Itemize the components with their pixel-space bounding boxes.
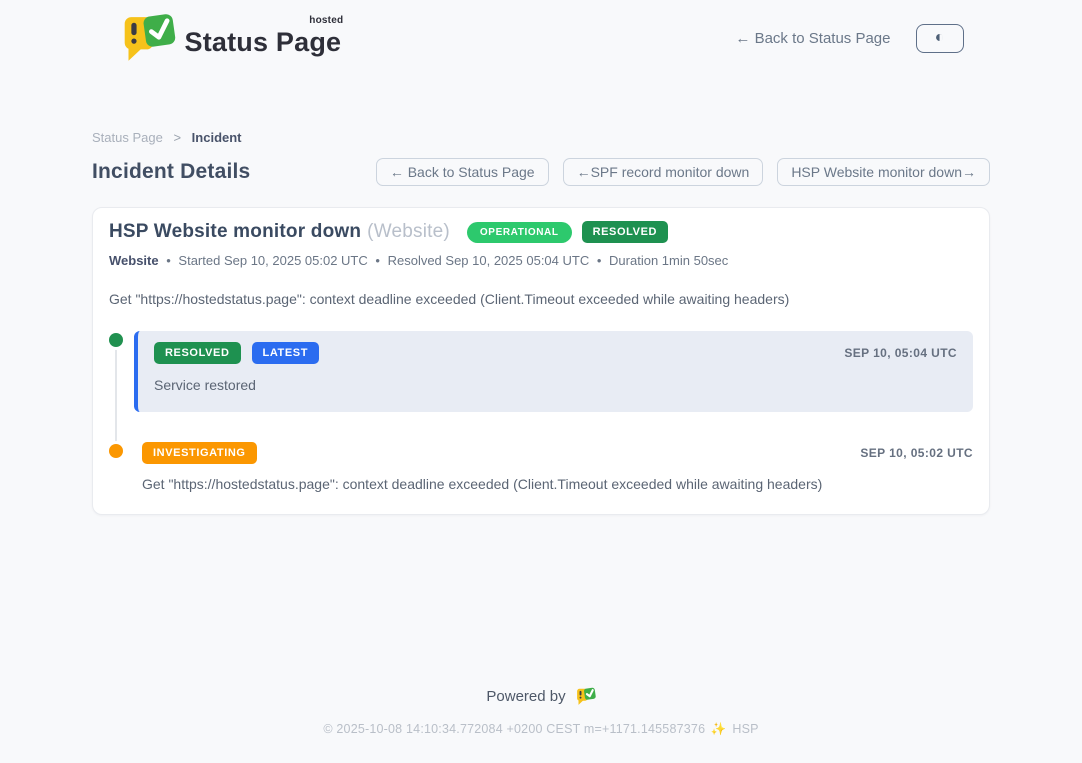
- timeline-timestamp: SEP 10, 05:02 UTC: [860, 446, 973, 460]
- title-row: Incident Details ← Back to Status Page ←…: [92, 158, 990, 186]
- meta-separator: •: [375, 253, 380, 268]
- breadcrumb-status-page[interactable]: Status Page: [92, 130, 163, 145]
- incident-title-heading: HSP Website monitor down (Website): [109, 221, 450, 243]
- theme-toggle-button[interactable]: ◐: [916, 24, 964, 53]
- operational-status-badge: OPERATIONAL: [467, 222, 572, 243]
- timeline-entry-resolved: RESOLVED LATEST SEP 10, 05:04 UTC Servic…: [109, 331, 973, 412]
- back-to-status-page-link[interactable]: ← Back to Status Page: [735, 30, 890, 47]
- next-incident-button[interactable]: HSP Website monitor down→: [777, 158, 990, 186]
- sparkles-icon: ✨: [711, 722, 727, 736]
- powered-by: Powered by: [0, 687, 1082, 706]
- timeline-latest-badge: LATEST: [252, 342, 320, 364]
- timeline-latest-update-box: RESOLVED LATEST SEP 10, 05:04 UTC Servic…: [134, 331, 973, 412]
- breadcrumb-separator: >: [173, 130, 181, 145]
- copyright-text: © 2025-10-08 14:10:34.772084 +0200 CEST …: [323, 722, 705, 736]
- brand-logo[interactable]: Status Page hosted: [119, 13, 342, 63]
- meta-separator: •: [597, 253, 602, 268]
- timeline-message: Service restored: [154, 377, 957, 393]
- meta-started: Started Sep 10, 2025 05:02 UTC: [178, 253, 367, 268]
- timeline-message: Get "https://hostedstatus.page": context…: [142, 476, 973, 492]
- incident-description: Get "https://hostedstatus.page": context…: [109, 291, 973, 307]
- meta-component: Website: [109, 253, 159, 268]
- page-title: Incident Details: [92, 160, 250, 184]
- copyright-suffix: HSP: [732, 722, 758, 736]
- meta-duration: Duration 1min 50sec: [609, 253, 728, 268]
- incident-timeline: RESOLVED LATEST SEP 10, 05:04 UTC Servic…: [109, 331, 973, 492]
- incident-title: HSP Website monitor down: [109, 221, 361, 242]
- hsp-logo-icon: [575, 687, 596, 706]
- timeline-dot-resolved: [109, 333, 123, 347]
- timeline-badge-row: INVESTIGATING SEP 10, 05:02 UTC: [142, 442, 973, 464]
- header-actions: ← Back to Status Page ◐: [735, 24, 963, 53]
- breadcrumb: Status Page > Incident: [92, 130, 990, 145]
- powered-by-label: Powered by: [486, 688, 565, 705]
- incident-card: HSP Website monitor down (Website) OPERAT…: [92, 207, 990, 515]
- meta-separator: •: [166, 253, 171, 268]
- timeline-dot-investigating: [109, 444, 123, 458]
- resolved-state-badge: RESOLVED: [582, 221, 669, 243]
- timeline-entry-investigating: INVESTIGATING SEP 10, 05:02 UTC Get "htt…: [109, 442, 973, 492]
- brand-superscript: hosted: [309, 15, 343, 26]
- brand-name-text: Status Page: [185, 27, 342, 57]
- incident-card-header: HSP Website monitor down (Website) OPERAT…: [109, 221, 973, 243]
- back-to-status-page-button[interactable]: ← Back to Status Page: [376, 158, 549, 186]
- breadcrumb-incident: Incident: [192, 130, 242, 145]
- timeline-resolved-badge: RESOLVED: [154, 342, 241, 364]
- main-content: Status Page > Incident Incident Details …: [92, 130, 990, 515]
- timeline-badge-row: RESOLVED LATEST SEP 10, 05:04 UTC: [154, 342, 957, 364]
- timeline-timestamp: SEP 10, 05:04 UTC: [844, 346, 957, 360]
- footer: Powered by © 2025-10-08 14:10:34.772084 …: [0, 687, 1082, 763]
- incident-nav-buttons: ← Back to Status Page ←SPF record monito…: [376, 158, 990, 186]
- brand-name: Status Page hosted: [185, 19, 342, 58]
- prev-incident-button[interactable]: ←SPF record monitor down: [563, 158, 764, 186]
- header: Status Page hosted ← Back to Status Page…: [119, 0, 964, 63]
- copyright-line: © 2025-10-08 14:10:34.772084 +0200 CEST …: [0, 722, 1082, 737]
- contrast-icon: ◐: [935, 30, 945, 46]
- incident-component: (Website): [367, 221, 450, 242]
- page-root: Status Page hosted ← Back to Status Page…: [0, 0, 1082, 763]
- meta-resolved: Resolved Sep 10, 2025 05:04 UTC: [388, 253, 590, 268]
- timeline-investigating-badge: INVESTIGATING: [142, 442, 257, 464]
- statuspage-logo-icon: [119, 13, 176, 63]
- incident-meta: Website • Started Sep 10, 2025 05:02 UTC…: [109, 253, 973, 268]
